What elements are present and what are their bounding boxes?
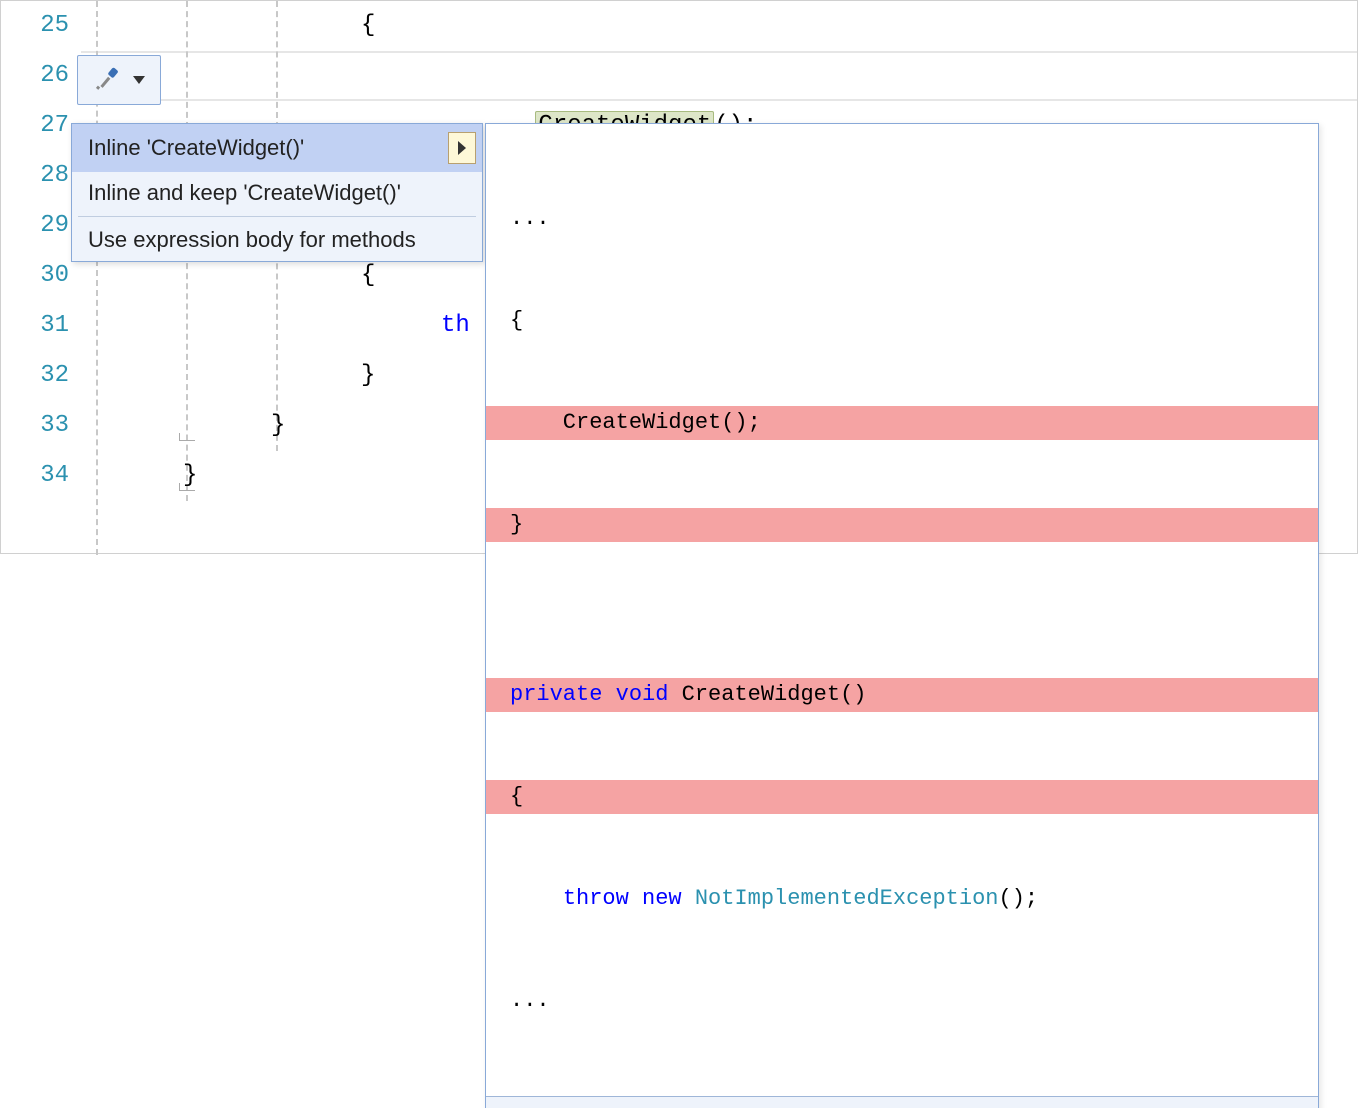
quick-action-item[interactable]: Inline and keep 'CreateWidget()' [72,172,482,214]
code-line: } [271,401,285,451]
quick-action-item[interactable]: Inline 'CreateWidget()' [72,124,482,172]
chevron-down-icon [133,76,145,84]
screwdriver-icon [93,66,121,94]
quick-actions-button[interactable] [77,55,161,105]
submenu-indicator [448,132,476,164]
refactor-preview-pane: ... { CreateWidget(); } private void Cre… [485,123,1319,1108]
line-number: 28 [1,151,69,201]
quick-action-item[interactable]: Use expression body for methods [72,219,482,261]
line-number: 33 [1,401,69,451]
code-line: th [441,301,470,351]
quick-action-label: Use expression body for methods [88,227,416,253]
code-line: } [183,451,197,501]
quick-action-label: Inline 'CreateWidget()' [88,135,304,161]
line-number-gutter: 25262728293031323334 [1,1,81,553]
line-number: 31 [1,301,69,351]
line-number: 32 [1,351,69,401]
menu-separator [78,216,476,217]
preview-diff: ... { CreateWidget(); } private void Cre… [486,124,1318,1096]
code-line: { [361,1,375,51]
line-number: 26 [1,51,69,101]
line-number: 30 [1,251,69,301]
quick-action-label: Inline and keep 'CreateWidget()' [88,180,401,206]
preview-changes-link[interactable]: Preview changes [486,1096,1318,1108]
chevron-right-icon [458,141,466,155]
code-line: } [361,351,375,401]
line-number: 27 [1,101,69,151]
quick-actions-menu: Inline 'CreateWidget()' Inline and keep '… [71,123,483,262]
line-number: 34 [1,451,69,501]
line-number: 25 [1,1,69,51]
line-number: 29 [1,201,69,251]
